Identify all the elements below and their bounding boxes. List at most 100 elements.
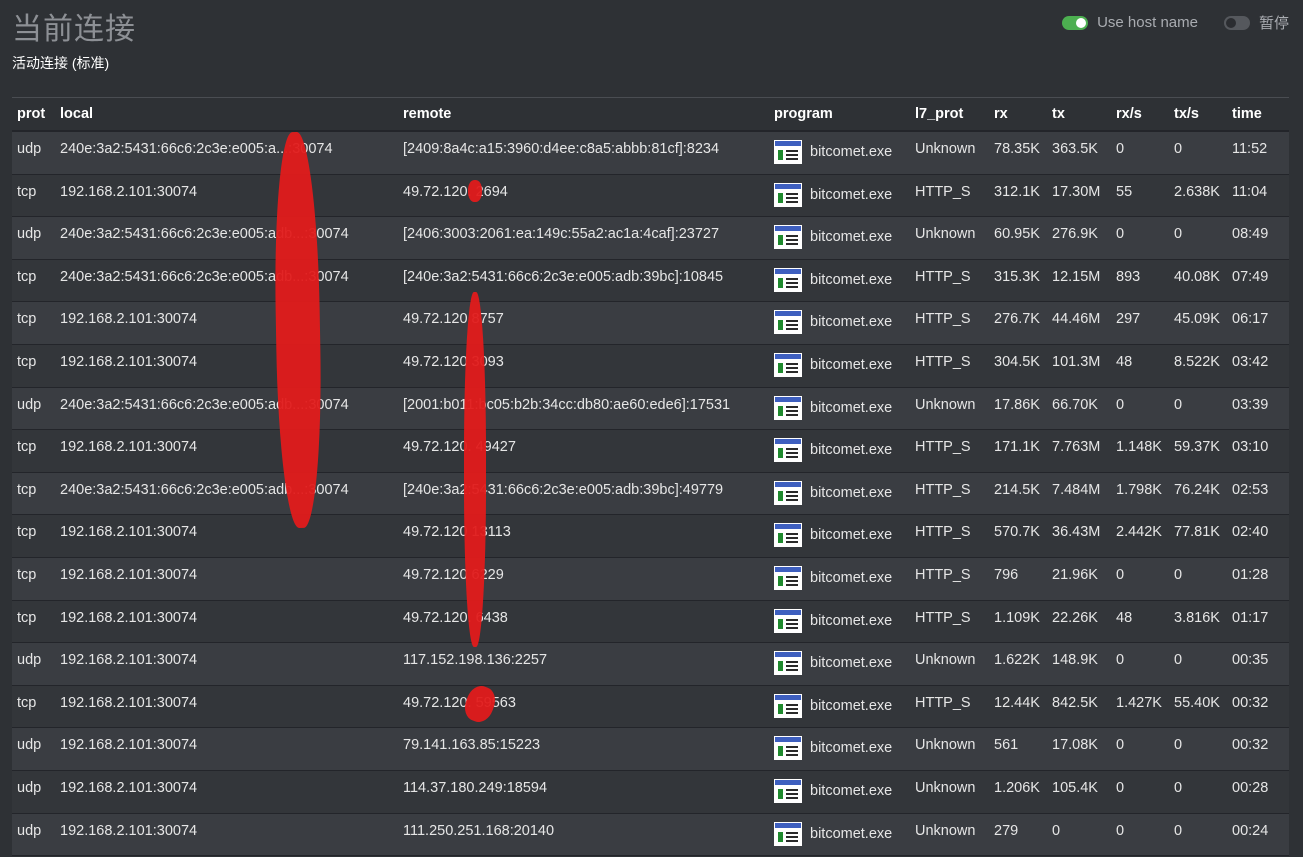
cell-tx: 17.08K bbox=[1052, 737, 1098, 754]
cell-time: 01:17 bbox=[1232, 609, 1269, 626]
column-header-rx-rate[interactable]: rx/s bbox=[1111, 106, 1169, 122]
cell-l7-prot: HTTP_S bbox=[915, 481, 971, 498]
cell-tx-rate: 0 bbox=[1174, 822, 1183, 839]
table-row[interactable]: tcp 192.168.2.101:30074 49.72.120 3093 bitc… bbox=[12, 344, 1289, 388]
cell-tx-rate: 45.09K bbox=[1174, 311, 1220, 328]
column-header-l7-prot[interactable]: l7_prot bbox=[910, 106, 989, 122]
toggle-knob bbox=[1225, 17, 1236, 28]
table-row[interactable]: tcp 192.168.2.101:30074 49.72.120. 6438 bit… bbox=[12, 600, 1289, 644]
cell-prot: tcp bbox=[17, 183, 37, 200]
table-row[interactable]: tcp 192.168.2.101:30074 49.72.120. 59563 bi… bbox=[12, 685, 1289, 729]
cell-local: 192.168.2.101:30074 bbox=[60, 439, 198, 456]
cell-prot: udp bbox=[17, 779, 42, 796]
cell-time: 03:39 bbox=[1232, 396, 1269, 413]
table-row[interactable]: tcp 192.168.2.101:30074 49.72.120 6229 bitc… bbox=[12, 557, 1289, 601]
cell-tx: 36.43M bbox=[1052, 524, 1101, 541]
cell-l7-prot: HTTP_S bbox=[915, 311, 971, 328]
use-host-name-toggle-group[interactable]: Use host name bbox=[1062, 14, 1198, 31]
cell-program: bitcomet.exe bbox=[769, 217, 910, 250]
pause-toggle-group[interactable]: 暂停 bbox=[1223, 12, 1289, 33]
table-row[interactable]: udp 240e:3a2:5431:66c6:2c3e:e005:adb...:3… bbox=[12, 387, 1289, 431]
cell-tx-rate: 8.522K bbox=[1174, 353, 1220, 370]
cell-rx-rate: 893 bbox=[1116, 268, 1141, 285]
program-name: bitcomet.exe bbox=[810, 186, 893, 203]
cell-tx-rate: 3.816K bbox=[1174, 609, 1220, 626]
cell-program: bitcomet.exe bbox=[769, 771, 910, 803]
table-row[interactable]: tcp 192.168.2.101:30074 49.72.120 13113 bit… bbox=[12, 515, 1289, 558]
column-header-remote[interactable]: remote bbox=[398, 106, 769, 122]
cell-tx-rate: 0 bbox=[1174, 652, 1183, 669]
cell-remote: 49.72.120. 49427 bbox=[403, 439, 516, 456]
column-header-time[interactable]: time bbox=[1227, 106, 1289, 122]
cell-rx: 60.95K bbox=[994, 226, 1040, 243]
cell-tx: 12.15M bbox=[1052, 268, 1101, 285]
cell-rx-rate: 1.148K bbox=[1116, 439, 1162, 456]
cell-remote: [240e:3a2:5431:66c6:2c3e:e005:adb:39bc]:… bbox=[403, 268, 724, 285]
column-header-tx[interactable]: tx bbox=[1047, 106, 1111, 122]
program-name: bitcomet.exe bbox=[810, 399, 893, 416]
cell-time: 03:10 bbox=[1232, 439, 1269, 456]
table-row[interactable]: udp 240e:3a2:5431:66c6:2c3e:e005:adb...:3… bbox=[12, 217, 1289, 260]
cell-rx: 1.206K bbox=[994, 779, 1040, 796]
column-header-local[interactable]: local bbox=[55, 106, 398, 122]
cell-remote: 49.72.120 6229 bbox=[403, 566, 504, 583]
application-window-icon bbox=[774, 182, 802, 207]
column-header-rx[interactable]: rx bbox=[989, 106, 1047, 122]
cell-tx-rate: 55.40K bbox=[1174, 694, 1220, 711]
program-name: bitcomet.exe bbox=[810, 314, 893, 331]
cell-tx: 21.96K bbox=[1052, 566, 1098, 583]
cell-time: 03:42 bbox=[1232, 353, 1269, 370]
cell-prot: tcp bbox=[17, 311, 37, 328]
table-row[interactable]: udp 192.168.2.101:30074 114.37.180.249:185… bbox=[12, 770, 1289, 814]
table-row[interactable]: tcp 240e:3a2:5431:66c6:2c3e:e005:adb...:3… bbox=[12, 259, 1289, 303]
table-row[interactable]: udp 192.168.2.101:30074 111.250.251.168:20… bbox=[12, 813, 1289, 857]
table-row[interactable]: udp 192.168.2.101:30074 79.141.163.85:1522… bbox=[12, 728, 1289, 771]
cell-tx-rate: 0 bbox=[1174, 226, 1183, 243]
cell-rx: 1.622K bbox=[994, 652, 1040, 669]
application-window-icon bbox=[774, 651, 802, 676]
cell-tx-rate: 0 bbox=[1174, 737, 1183, 754]
table-row[interactable]: udp 192.168.2.101:30074 117.152.198.136:22… bbox=[12, 643, 1289, 686]
table-row[interactable]: tcp 240e:3a2:5431:66c6:2c3e:e005:adb...:3… bbox=[12, 472, 1289, 516]
cell-time: 07:49 bbox=[1232, 268, 1269, 285]
cell-rx: 304.5K bbox=[994, 353, 1040, 370]
table-row[interactable]: tcp 192.168.2.101:30074 49.72.120. 2694 bit… bbox=[12, 174, 1289, 218]
cell-rx-rate: 0 bbox=[1116, 822, 1125, 839]
cell-local: 192.168.2.101:30074 bbox=[60, 353, 198, 370]
column-header-program[interactable]: program bbox=[769, 106, 910, 122]
cell-program: bitcomet.exe bbox=[769, 515, 910, 548]
program-name: bitcomet.exe bbox=[810, 697, 893, 714]
cell-remote: 49.72.120. 6438 bbox=[403, 609, 508, 626]
cell-tx-rate: 0 bbox=[1174, 779, 1183, 796]
table-row[interactable]: tcp 192.168.2.101:30074 49.72.120 8757 bitc… bbox=[12, 302, 1289, 345]
cell-time: 00:32 bbox=[1232, 694, 1269, 711]
cell-prot: tcp bbox=[17, 694, 37, 711]
cell-rx: 17.86K bbox=[994, 396, 1040, 413]
cell-time: 00:28 bbox=[1232, 779, 1269, 796]
pause-toggle[interactable] bbox=[1223, 15, 1250, 30]
table-row[interactable]: udp 240e:3a2:5431:66c6:2c3e:e005:a...:300… bbox=[12, 132, 1289, 175]
cell-local: 192.168.2.101:30074 bbox=[60, 183, 198, 200]
toggle-knob bbox=[1076, 17, 1087, 28]
cell-tx-rate: 40.08K bbox=[1174, 268, 1220, 285]
cell-local: 192.168.2.101:30074 bbox=[60, 737, 198, 754]
cell-tx-rate: 0 bbox=[1174, 566, 1183, 583]
page-title: 当前连接 bbox=[12, 13, 136, 46]
table-row[interactable]: tcp 192.168.2.101:30074 49.72.120. 49427 bi… bbox=[12, 430, 1289, 473]
column-header-tx-rate[interactable]: tx/s bbox=[1169, 106, 1227, 122]
use-host-name-toggle[interactable] bbox=[1062, 15, 1089, 30]
cell-tx: 17.30M bbox=[1052, 183, 1101, 200]
cell-program: bitcomet.exe bbox=[769, 473, 910, 505]
cell-tx-rate: 77.81K bbox=[1174, 524, 1220, 541]
connections-table: prot local remote program l7_prot rx tx … bbox=[12, 97, 1289, 857]
cell-tx: 105.4K bbox=[1052, 779, 1098, 796]
application-window-icon bbox=[774, 523, 802, 548]
section-subtitle: 活动连接 (标准) bbox=[12, 55, 110, 71]
cell-prot: udp bbox=[17, 652, 42, 669]
program-name: bitcomet.exe bbox=[810, 825, 893, 842]
cell-remote: 49.72.120. 2694 bbox=[403, 183, 508, 200]
cell-remote: 49.72.120 3093 bbox=[403, 353, 504, 370]
column-header-prot[interactable]: prot bbox=[12, 106, 55, 122]
cell-remote: 111.250.251.168:20140 bbox=[403, 822, 555, 839]
cell-time: 00:35 bbox=[1232, 652, 1269, 669]
